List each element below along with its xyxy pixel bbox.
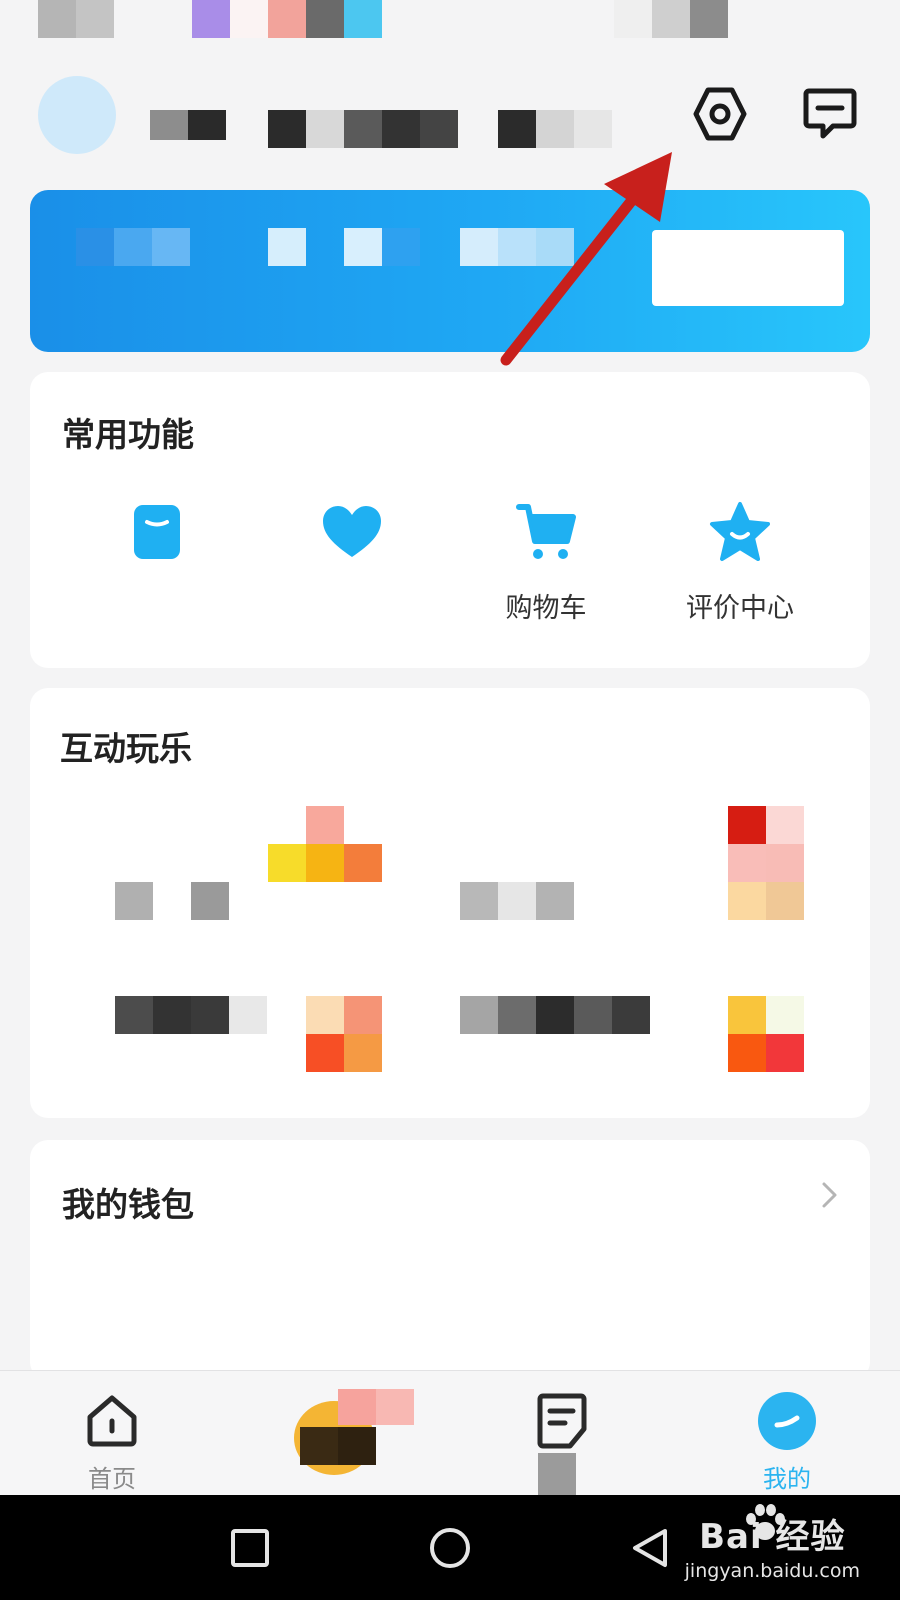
bottom-nav: 首页 我的 — [0, 1370, 900, 1496]
member-banner[interactable] — [30, 190, 870, 352]
watermark-url: jingyan.baidu.com — [684, 1560, 860, 1582]
center-promo-icon — [294, 1389, 434, 1479]
nav-label-profile: 我的 — [763, 1465, 811, 1493]
function-label-cart: 购物车 — [505, 593, 587, 624]
nav-item-notes[interactable] — [482, 1371, 642, 1496]
profile-header — [0, 60, 900, 170]
heart-icon — [320, 500, 384, 564]
interactive-fun-card: 互动玩乐 — [30, 688, 870, 1118]
function-item-reviews[interactable]: 评价中心 — [645, 500, 835, 624]
status-bar — [0, 0, 900, 40]
common-functions-card: 常用功能 购物车 评价中心 — [30, 372, 870, 668]
system-navigation-bar: Bai 经验 jingyan.baidu.com — [0, 1495, 900, 1600]
nav-item-center-promo[interactable] — [294, 1371, 460, 1496]
back-triangle-icon[interactable] — [625, 1523, 675, 1573]
baidu-jingyan-watermark: Bai 经验 jingyan.baidu.com — [684, 1504, 860, 1582]
notes-pixelated — [538, 1453, 576, 1496]
my-wallet-card[interactable]: 我的钱包 — [30, 1140, 870, 1380]
profile-icon — [755, 1389, 819, 1453]
wallet-icon — [125, 500, 189, 564]
avatar[interactable] — [38, 76, 116, 154]
chevron-right-icon[interactable] — [820, 1180, 840, 1214]
home-icon — [80, 1389, 144, 1453]
function-item-wallet[interactable] — [62, 500, 252, 622]
nav-item-home[interactable]: 首页 — [32, 1371, 192, 1496]
recent-apps-square-icon[interactable] — [225, 1523, 275, 1573]
message-icon[interactable] — [798, 82, 862, 146]
settings-gear-icon[interactable] — [688, 82, 752, 146]
paw-logo-icon — [745, 1504, 785, 1540]
nav-item-profile[interactable]: 我的 — [707, 1371, 867, 1496]
interactive-fun-content-pixelated[interactable] — [30, 688, 870, 1118]
function-item-favorites[interactable] — [257, 500, 447, 622]
banner-action-button[interactable] — [652, 230, 844, 306]
star-icon — [708, 500, 772, 564]
home-circle-icon[interactable] — [425, 1523, 475, 1573]
common-functions-title: 常用功能 — [62, 415, 194, 454]
function-label-reviews: 评价中心 — [686, 593, 794, 624]
function-item-cart[interactable]: 购物车 — [451, 500, 641, 624]
username-pixelated — [150, 110, 620, 150]
nav-label-home: 首页 — [88, 1465, 136, 1493]
cart-icon — [514, 500, 578, 564]
notes-icon — [530, 1389, 594, 1453]
my-wallet-title: 我的钱包 — [62, 1185, 194, 1224]
